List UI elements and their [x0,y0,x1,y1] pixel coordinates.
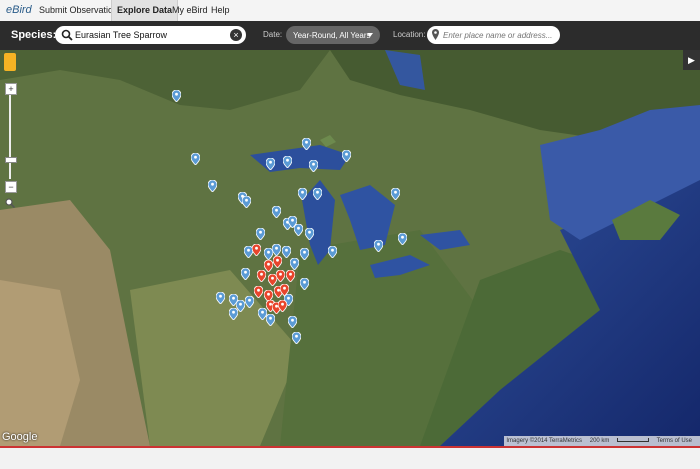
satellite-imagery [0,50,700,446]
footer-strip [0,446,700,469]
location-label: Location: [393,30,426,39]
sighting-marker[interactable] [282,246,291,258]
sighting-marker-recent[interactable] [252,244,261,256]
sighting-marker[interactable] [398,233,407,245]
sighting-marker[interactable] [302,138,311,150]
sighting-marker[interactable] [266,314,275,326]
sighting-marker-recent[interactable] [257,270,266,282]
chevron-down-icon [367,33,373,37]
sighting-marker-recent[interactable] [278,300,287,312]
expand-panel-button[interactable]: ▶ [683,50,700,70]
sighting-marker[interactable] [256,228,265,240]
date-dropdown[interactable]: Year-Round, All Years [286,26,380,44]
sighting-marker[interactable] [245,296,254,308]
location-pin-icon [432,29,439,40]
map-view[interactable]: + − ▶ Google Imagery ©2014 TerraMetrics … [0,50,700,446]
map-attribution: Imagery ©2014 TerraMetrics 200 km Terms … [504,436,700,446]
sighting-marker[interactable] [300,248,309,260]
location-field[interactable] [427,26,560,44]
sighting-marker[interactable] [342,150,351,162]
sighting-marker[interactable] [292,332,301,344]
sighting-marker-recent[interactable] [254,286,263,298]
top-navigation: eBird Submit Observations Explore Data M… [0,0,700,22]
date-value: Year-Round, All Years [293,31,371,40]
imagery-credit: Imagery ©2014 TerraMetrics [506,438,583,444]
sighting-marker[interactable] [290,258,299,270]
species-input[interactable]: Eurasian Tree Sparrow × [55,26,246,44]
sighting-marker[interactable] [300,278,309,290]
sighting-marker[interactable] [191,153,200,165]
sighting-marker[interactable] [172,90,181,102]
sighting-marker-recent[interactable] [276,270,285,282]
sighting-marker[interactable] [283,156,292,168]
sighting-marker[interactable] [313,188,322,200]
sighting-marker[interactable] [241,268,250,280]
species-value: Eurasian Tree Sparrow [75,30,168,40]
search-icon [61,29,73,41]
scale-bar [617,438,650,443]
sighting-marker[interactable] [328,246,337,258]
sighting-marker[interactable] [288,316,297,328]
sighting-marker[interactable] [298,188,307,200]
sighting-marker[interactable] [229,308,238,320]
sighting-marker[interactable] [294,224,303,236]
sighting-marker[interactable] [374,240,383,252]
sighting-marker[interactable] [391,188,400,200]
sighting-marker[interactable] [305,228,314,240]
sighting-marker[interactable] [208,180,217,192]
sighting-marker[interactable] [309,160,318,172]
species-label: Species: [11,29,57,41]
location-input[interactable] [443,28,555,42]
date-label: Date: [263,30,283,39]
nav-help[interactable]: Help [206,0,235,21]
sighting-marker-recent[interactable] [286,270,295,282]
zoom-slider-track[interactable] [9,95,11,179]
zoom-in-button[interactable]: + [5,83,17,95]
sighting-marker[interactable] [272,206,281,218]
zoom-magnifier-icon[interactable] [5,198,15,208]
street-view-pegman-icon[interactable] [4,53,16,71]
ebird-logo[interactable]: eBird [6,4,32,16]
google-logo: Google [2,431,38,443]
sighting-marker[interactable] [242,196,251,208]
clear-icon[interactable]: × [230,29,242,41]
sighting-marker[interactable] [266,158,275,170]
sighting-marker-recent[interactable] [273,256,282,268]
sighting-marker[interactable] [272,244,281,256]
zoom-control: + − [4,53,17,211]
sighting-marker-recent[interactable] [280,284,289,296]
scale-label: 200 km [589,438,610,444]
zoom-out-button[interactable]: − [5,181,17,193]
zoom-slider-handle[interactable] [5,157,17,163]
sighting-marker[interactable] [216,292,225,304]
terms-link[interactable]: Terms of Use [657,438,692,444]
species-search-bar: Species: Eurasian Tree Sparrow × Date: Y… [0,21,700,50]
